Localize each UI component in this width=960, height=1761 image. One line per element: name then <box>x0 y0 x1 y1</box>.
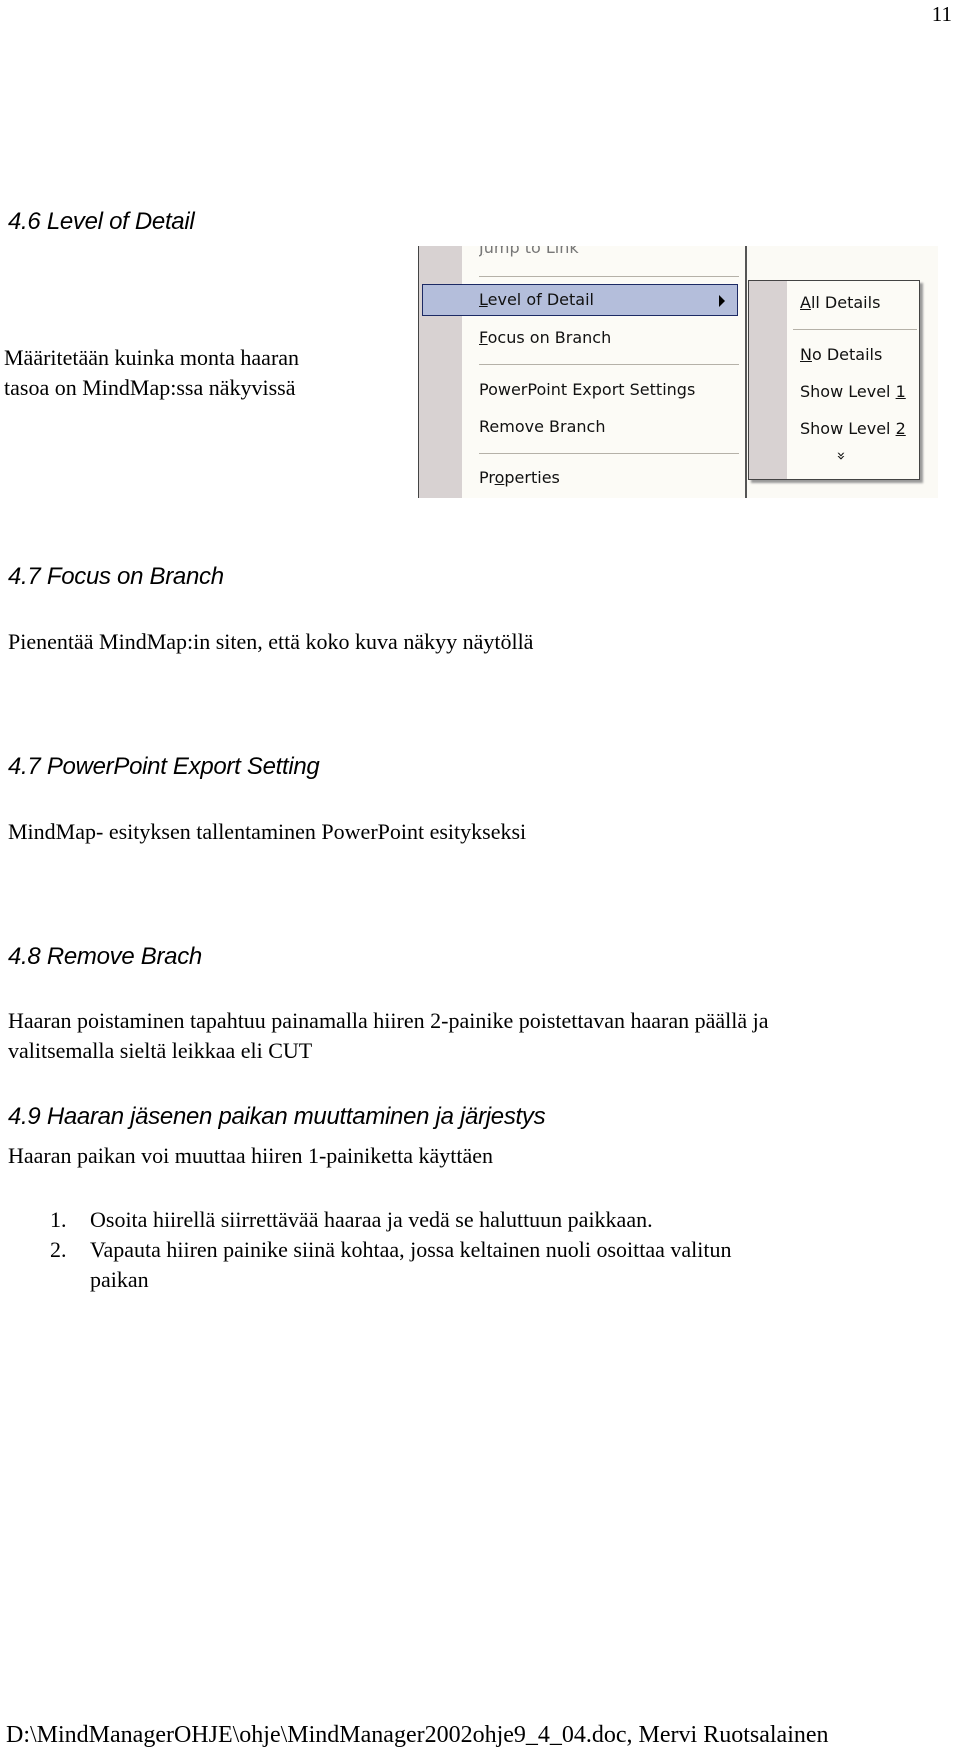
list-number: 1. <box>50 1207 67 1232</box>
submenu-item-show-level-2[interactable]: Show Level 2 <box>800 419 906 438</box>
list-item: 1. Osoita hiirellä siirrettävää haaraa j… <box>50 1205 950 1235</box>
section-body-powerpoint-export: MindMap- esityksen tallentaminen PowerPo… <box>8 819 527 844</box>
submenu-item-all-details[interactable]: All Details <box>800 293 880 312</box>
menu-item-jump-to-link[interactable]: Jump to Link <box>479 246 579 257</box>
section-heading-level-of-detail: 4.6 Level of Detail <box>8 208 195 235</box>
page-number: 11 <box>931 2 952 26</box>
document-footer-path: D:\MindManagerOHJE\ohje\MindManager2002o… <box>6 1722 829 1748</box>
section-heading-remove-branch: 4.8 Remove Brach <box>8 943 202 970</box>
expand-more-icon[interactable]: » <box>833 451 851 460</box>
submenu-item-no-details[interactable]: No Details <box>800 345 882 364</box>
context-menu-screenshot: Jump to Link Level of Detail Focus on Br… <box>418 246 938 498</box>
menu-item-powerpoint-export-settings[interactable]: PowerPoint Export Settings <box>479 380 695 399</box>
menu-separator <box>479 453 739 454</box>
section-heading-focus-on-branch: 4.7 Focus on Branch <box>8 563 224 590</box>
section-body-remove-branch: Haaran poistaminen tapahtuu painamalla h… <box>8 1006 769 1066</box>
body-line: Haaran poistaminen tapahtuu painamalla h… <box>8 1008 769 1033</box>
menu-item-focus-on-branch[interactable]: Focus on Branch <box>479 328 611 347</box>
body-line: tasoa on MindMap:ssa näkyvissä <box>4 375 296 400</box>
list-number: 2. <box>50 1237 67 1262</box>
menu-separator <box>479 276 739 277</box>
section-body-focus-on-branch: Pienentää MindMap:in siten, että koko ku… <box>8 629 534 654</box>
submenu-arrow-icon <box>719 295 725 307</box>
section-body-reorder-branch: Haaran paikan voi muuttaa hiiren 1-paini… <box>8 1143 494 1168</box>
section-heading-reorder-branch: 4.9 Haaran jäsenen paikan muuttaminen ja… <box>8 1103 546 1130</box>
menu-item-remove-branch[interactable]: Remove Branch <box>479 417 605 436</box>
submenu-item-show-level-1[interactable]: Show Level 1 <box>800 382 906 401</box>
submenu-icon-gutter <box>749 281 787 479</box>
body-line: Määritetään kuinka monta haaran <box>4 345 300 370</box>
menu-item-properties[interactable]: Properties <box>479 468 560 487</box>
level-of-detail-submenu: All Details No Details Show Level 1 Show… <box>748 280 920 480</box>
menu-separator <box>479 364 739 365</box>
section-heading-powerpoint-export: 4.7 PowerPoint Export Setting <box>8 753 320 780</box>
submenu-separator <box>793 329 917 330</box>
steps-list: 1. Osoita hiirellä siirrettävää haaraa j… <box>50 1205 950 1295</box>
menu-item-level-of-detail-label: Level of Detail <box>479 290 594 309</box>
context-menu: Jump to Link Level of Detail Focus on Br… <box>418 246 747 498</box>
list-item: 2. Vapauta hiiren painike siinä kohtaa, … <box>50 1237 732 1292</box>
body-line: valitsemalla sieltä leikkaa eli CUT <box>8 1038 313 1063</box>
section-body-level-of-detail: Määritetään kuinka monta haaran tasoa on… <box>4 343 299 403</box>
